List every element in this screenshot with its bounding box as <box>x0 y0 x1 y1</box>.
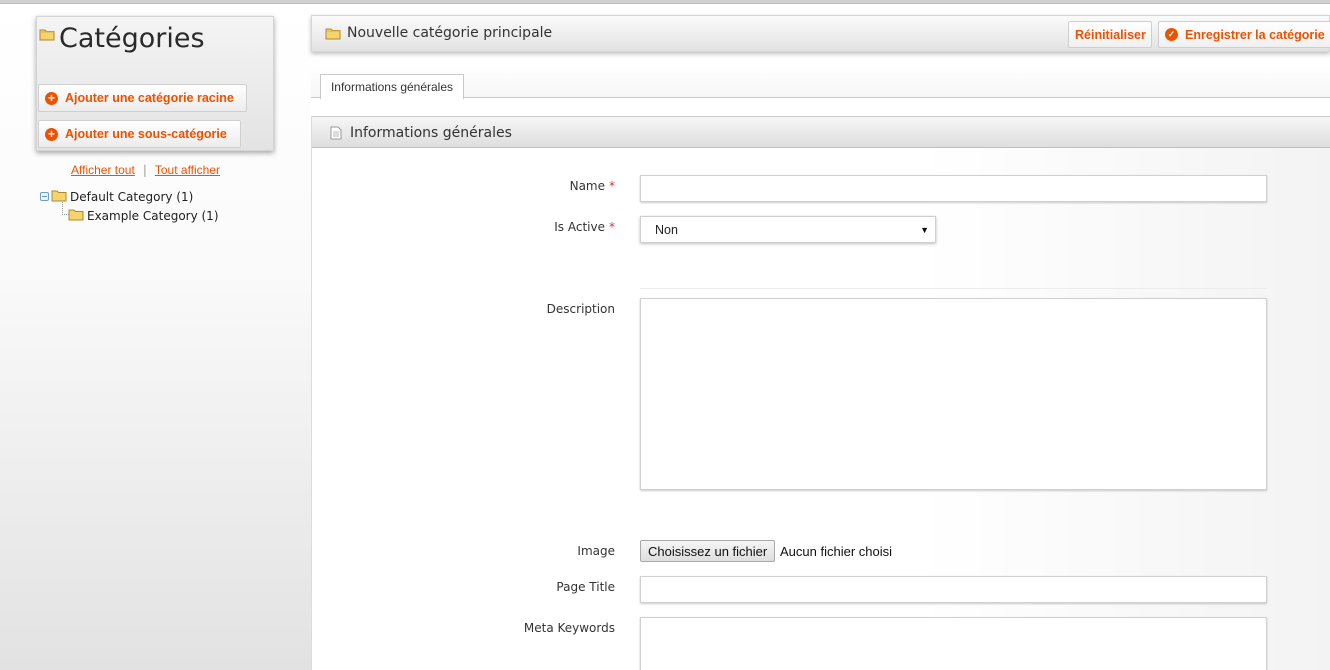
tree-controls: Afficher tout | Tout afficher <box>71 163 220 177</box>
description-label: Description <box>546 302 615 316</box>
tree-node-label[interactable]: Example Category (1) <box>87 209 219 223</box>
plus-icon: + <box>45 127 58 141</box>
section-header: Informations générales <box>312 116 1330 148</box>
reset-button[interactable]: Réinitialiser <box>1068 21 1152 48</box>
choose-file-button[interactable]: Choisissez un fichier <box>640 540 776 562</box>
section-title: Informations générales <box>350 125 512 141</box>
categories-box: Catégories + Ajouter une catégorie racin… <box>36 16 274 151</box>
collapse-all-link[interactable]: Afficher tout <box>71 163 135 177</box>
reset-label: Réinitialiser <box>1075 27 1146 42</box>
add-subcategory-button[interactable]: + Ajouter une sous-catégorie <box>38 120 241 148</box>
is-active-value: Non <box>655 222 678 237</box>
description-textarea[interactable] <box>640 298 1267 490</box>
sidebar: Catégories + Ajouter une catégorie racin… <box>0 4 311 670</box>
plus-icon: + <box>45 91 58 105</box>
name-input[interactable] <box>640 175 1267 202</box>
add-subcategory-label: Ajouter une sous-catégorie <box>65 127 227 141</box>
page-title-label: Page Title <box>556 580 615 594</box>
image-label: Image <box>577 544 615 558</box>
tab-bar: Informations générales <box>311 66 1330 99</box>
collapse-toggle-icon[interactable]: − <box>40 192 49 201</box>
divider <box>640 288 1267 289</box>
save-category-label: Enregistrer la catégorie <box>1185 27 1325 42</box>
name-label-text: Name <box>569 179 605 193</box>
is-active-label-text: Is Active <box>554 220 605 234</box>
page-title-input[interactable] <box>640 576 1267 603</box>
tab-general-information[interactable]: Informations générales <box>320 74 464 99</box>
category-tree: − Default Category (1) Example Category … <box>40 187 219 225</box>
tree-links-separator: | <box>142 163 147 177</box>
save-category-button[interactable]: ✓ Enregistrer la catégorie <box>1158 21 1330 48</box>
page-header: Nouvelle catégorie principale Réinitiali… <box>311 15 1330 52</box>
sidebar-title: Catégories <box>59 23 205 54</box>
dropdown-arrow-icon: ▼ <box>920 225 929 235</box>
document-icon <box>330 126 342 143</box>
tree-node-example-category[interactable]: Example Category (1) <box>40 202 219 225</box>
name-label: Name * <box>315 179 615 193</box>
add-root-category-button[interactable]: + Ajouter une catégorie racine <box>38 84 247 112</box>
expand-all-link[interactable]: Tout afficher <box>155 163 220 177</box>
is-active-select[interactable]: Non ▼ <box>640 216 936 243</box>
tree-node-label[interactable]: Default Category (1) <box>70 190 193 204</box>
meta-keywords-label: Meta Keywords <box>523 621 615 635</box>
folder-icon <box>325 26 341 43</box>
page-title: Nouvelle catégorie principale <box>347 25 553 41</box>
checkmark-icon: ✓ <box>1165 28 1178 41</box>
required-marker: * <box>609 220 615 234</box>
file-status-text: Aucun fichier choisi <box>780 544 892 559</box>
tree-connector <box>62 202 69 215</box>
add-root-category-label: Ajouter une catégorie racine <box>65 91 234 105</box>
meta-keywords-textarea[interactable] <box>640 617 1267 670</box>
general-information-section: Informations générales Name * Is Active * … <box>311 116 1330 670</box>
folder-icon <box>68 207 84 224</box>
is-active-label: Is Active * <box>315 220 615 234</box>
required-marker: * <box>609 179 615 193</box>
folder-icon <box>39 27 55 44</box>
